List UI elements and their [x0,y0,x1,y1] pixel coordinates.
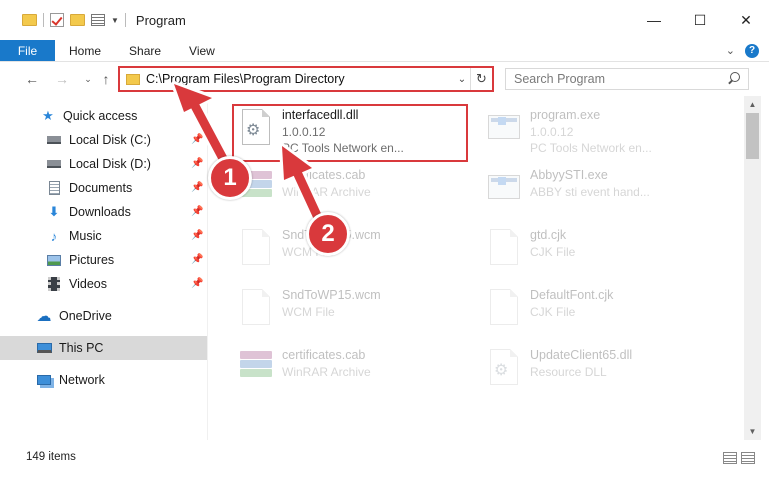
tab-home[interactable]: Home [55,40,115,61]
sidebar-item-downloads[interactable]: ⬇ Downloads 📌 [0,200,207,224]
pin-icon[interactable]: 📌 [191,158,203,170]
sidebar-item-quick-access[interactable]: ★ Quick access [0,104,207,128]
title-bar: ▼ Program — ☐ ✕ [0,0,769,40]
pin-icon[interactable]: 📌 [191,182,203,194]
dll-icon: ⚙ [484,347,524,387]
large-icons-view-icon[interactable] [741,452,755,464]
sidebar-item-videos[interactable]: Videos 📌 [0,272,207,296]
pin-icon[interactable]: 📌 [191,278,203,290]
navigation-bar: ← → ⌄ ↑ C:\Program Files\Program Directo… [0,62,769,96]
sidebar-item-pictures[interactable]: Pictures 📌 [0,248,207,272]
new-folder-icon[interactable] [70,14,85,26]
sidebar-item-local-disk-c[interactable]: Local Disk (C:) 📌 [0,128,207,152]
address-bar[interactable]: C:\Program Files\Program Directory ⌄ ↻ [118,66,494,92]
download-icon: ⬇ [48,204,60,219]
vertical-scrollbar[interactable]: ▲ ▼ [744,96,761,440]
navigation-pane: ★ Quick access Local Disk (C:) 📌 Local D… [0,100,207,440]
file-item-gtd-cjk[interactable]: gtd.cjk CJK File [456,216,696,272]
tab-file[interactable]: File [0,40,55,61]
toolbar-divider [43,13,44,27]
close-button[interactable]: ✕ [723,0,769,40]
drive-icon [46,132,62,148]
sidebar-item-music[interactable]: ♪ Music 📌 [0,224,207,248]
help-icon[interactable]: ? [745,43,759,58]
search-box[interactable] [505,68,749,90]
file-icon [484,287,524,327]
toolbar-divider [124,13,126,27]
sidebar-item-local-disk-d[interactable]: Local Disk (D:) 📌 [0,152,207,176]
forward-button[interactable]: → [52,68,72,90]
quick-access-toolbar: ▼ [0,13,126,27]
expand-ribbon-icon[interactable]: ⌄ [726,44,735,57]
sidebar-item-network[interactable]: Network [0,368,207,392]
documents-icon [46,180,62,196]
pin-icon[interactable]: 📌 [191,254,203,266]
sidebar-item-onedrive[interactable]: ☁ OneDrive [0,304,207,328]
file-item-abbyysti-exe[interactable]: AbbyySTI.exe ABBY sti event hand... [456,156,696,212]
exe-icon [484,167,524,207]
scroll-up-icon[interactable]: ▲ [744,96,761,113]
file-item-certificates-cab[interactable]: certificates.cab WinRAR Archive [208,336,448,392]
refresh-icon[interactable]: ↻ [470,68,492,90]
tab-view[interactable]: View [175,40,229,61]
properties-icon[interactable] [91,14,105,26]
step-2-marker: 2 [306,212,350,256]
scroll-thumb[interactable] [746,113,759,159]
recent-locations-dropdown[interactable]: ⌄ [78,68,98,90]
window-title: Program [135,12,186,28]
pin-icon[interactable]: 📌 [191,230,203,242]
cloud-icon: ☁ [36,308,52,325]
properties-check-icon[interactable] [50,13,64,27]
minimize-button[interactable]: — [631,0,677,40]
step-1-marker: 1 [208,156,252,200]
archive-icon [236,347,276,387]
ribbon-tabs: File Home Share View ⌄ ? [0,40,769,62]
exe-icon [484,107,524,147]
file-item-defaultfont-cjk[interactable]: DefaultFont.cjk CJK File [456,276,696,332]
back-button[interactable]: ← [22,68,42,90]
address-history-dropdown[interactable]: ⌄ [454,74,470,85]
details-view-icon[interactable] [723,452,737,464]
up-button[interactable]: ↑ [96,68,116,90]
file-icon [236,227,276,267]
sidebar-item-this-pc[interactable]: This PC [0,336,207,360]
pin-icon[interactable]: 📌 [191,134,203,146]
file-item-program-exe[interactable]: program.exe 1.0.0.12 PC Tools Network en… [456,96,696,155]
search-input[interactable] [514,72,726,86]
address-path[interactable]: C:\Program Files\Program Directory [146,72,454,86]
computer-icon [36,340,52,356]
search-icon[interactable] [726,72,740,86]
pin-icon[interactable]: 📌 [191,206,203,218]
file-item-sndtowp15-wcm[interactable]: SndToWP15.wcm WCM File [208,276,448,332]
drive-icon [46,156,62,172]
scroll-down-icon[interactable]: ▼ [744,423,761,440]
network-icon [36,372,52,388]
file-icon [236,287,276,327]
file-icon [484,227,524,267]
item-count: 149 items [26,451,76,463]
star-icon: ★ [42,108,54,123]
tab-share[interactable]: Share [115,40,175,61]
customize-dropdown-icon[interactable]: ▼ [111,16,119,25]
videos-icon [46,276,62,292]
folder-icon [126,73,140,85]
status-bar: 149 items [0,440,769,485]
file-item-updateclient65-dll[interactable]: ⚙ UpdateClient65.dll Resource DLL [456,336,696,392]
folder-icon [22,14,37,26]
maximize-button[interactable]: ☐ [677,0,723,40]
pictures-icon [46,252,62,268]
file-highlight-box [232,104,468,162]
sidebar-item-documents[interactable]: Documents 📌 [0,176,207,200]
music-icon: ♪ [50,228,58,244]
